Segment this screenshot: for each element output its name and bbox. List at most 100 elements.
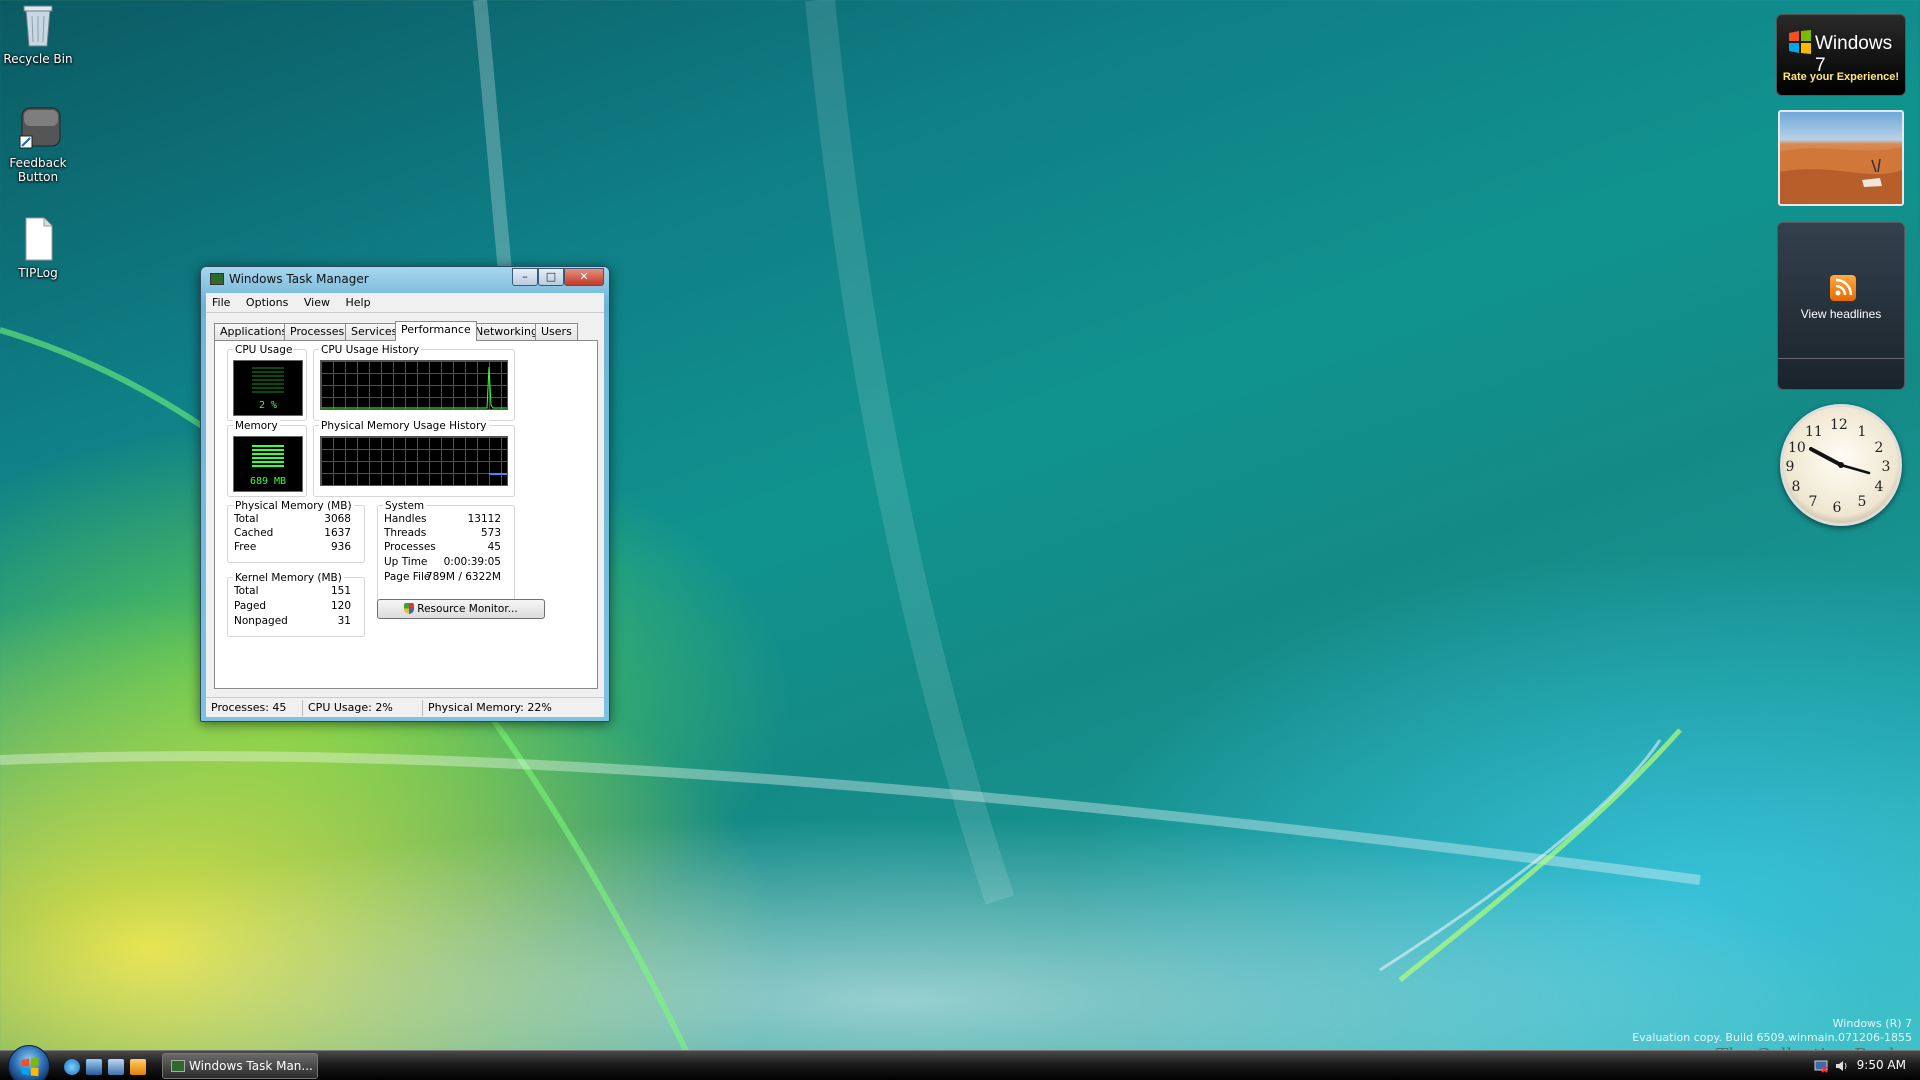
system-uptime-value: 0:00:39:05 xyxy=(443,556,501,568)
physical-free-value: 936 xyxy=(330,541,351,553)
clock-hands xyxy=(1809,447,1871,475)
kernel-paged-label: Paged xyxy=(234,600,267,612)
memory-label: Memory xyxy=(233,420,280,432)
status-separator xyxy=(422,700,423,716)
slideshow-gadget[interactable] xyxy=(1778,110,1904,206)
system-heading: System xyxy=(383,500,427,512)
desert-oryx-photo xyxy=(1780,147,1902,204)
memory-value: 689 MB xyxy=(249,476,287,487)
tab-users[interactable]: Users xyxy=(535,323,578,340)
clock-gadget[interactable]: 12 1 2 3 4 5 6 7 8 9 10 11 xyxy=(1780,404,1902,526)
status-physical-memory: Physical Memory: 22% xyxy=(428,701,552,714)
title-bar[interactable]: Windows Task Manager – □ ✕ xyxy=(201,267,609,293)
cpu-gauge-bars xyxy=(252,367,284,393)
window-title: Windows Task Manager xyxy=(229,272,369,286)
status-processes: Processes: 45 xyxy=(211,701,287,714)
gadget-subtitle[interactable]: Rate your Experience! xyxy=(1777,71,1905,83)
system-threads-value: 573 xyxy=(480,527,501,539)
text-file-icon xyxy=(18,216,58,262)
cpu-usage-value: 2 % xyxy=(258,400,278,411)
memory-gauge-bars xyxy=(252,445,284,469)
switch-windows-icon[interactable] xyxy=(108,1059,124,1075)
desktop-icon-recycle-bin[interactable]: Recycle Bin xyxy=(0,2,76,66)
taskbar-button-label: Windows Task Man... xyxy=(189,1059,313,1073)
uac-shield-icon xyxy=(404,603,415,614)
physical-memory-heading: Physical Memory (MB) xyxy=(233,500,354,512)
physical-total-value: 3068 xyxy=(324,513,351,525)
resource-monitor-button[interactable]: Resource Monitor... xyxy=(377,599,545,619)
status-separator xyxy=(302,700,303,716)
show-desktop-icon[interactable] xyxy=(86,1059,102,1075)
windows-logo-icon xyxy=(21,1057,39,1077)
status-bar: Processes: 45 CPU Usage: 2% Physical Mem… xyxy=(206,697,604,717)
system-processes-label: Processes xyxy=(384,541,436,553)
volume-icon[interactable] xyxy=(1834,1059,1848,1073)
system-pagefile-label: Page File xyxy=(384,571,431,583)
task-manager-window[interactable]: Windows Task Manager – □ ✕ File Options … xyxy=(200,266,610,722)
tab-applications[interactable]: Applications xyxy=(214,323,294,340)
internet-explorer-icon[interactable] xyxy=(64,1059,80,1075)
tab-performance[interactable]: Performance xyxy=(395,321,477,341)
resource-monitor-label: Resource Monitor... xyxy=(417,603,518,615)
kernel-memory-heading: Kernel Memory (MB) xyxy=(233,572,344,584)
status-cpu-usage: CPU Usage: 2% xyxy=(308,701,393,714)
memory-history-line xyxy=(489,473,507,475)
recycle-bin-icon xyxy=(18,2,58,48)
gadget-divider xyxy=(1778,358,1904,359)
desktop-icon-label: Recycle Bin xyxy=(3,52,73,66)
physical-cached-label: Cached xyxy=(234,527,274,539)
build-watermark-line2: Evaluation copy. Build 6509.winmain.0712… xyxy=(1632,1031,1912,1044)
feedback-button-icon xyxy=(18,106,61,152)
kernel-total-label: Total xyxy=(234,585,259,597)
desktop-icon-tiplog[interactable]: TIPLog xyxy=(0,216,76,280)
start-button[interactable] xyxy=(8,1045,50,1080)
kernel-nonpaged-label: Nonpaged xyxy=(234,615,288,627)
physical-cached-value: 1637 xyxy=(324,527,351,539)
system-pagefile-value: 789M / 6322M xyxy=(425,571,501,583)
taskbar: Windows Task Man... 9:50 AM xyxy=(0,1045,1920,1080)
system-uptime-label: Up Time xyxy=(384,556,428,568)
media-player-icon[interactable] xyxy=(130,1059,146,1075)
menu-options[interactable]: Options xyxy=(240,293,294,309)
feed-headlines-gadget[interactable]: View headlines xyxy=(1777,222,1905,390)
menu-view[interactable]: View xyxy=(298,293,336,309)
task-manager-icon xyxy=(210,273,224,285)
taskbar-button-task-manager[interactable]: Windows Task Man... xyxy=(162,1053,318,1079)
desktop-icon-feedback-button[interactable]: Feedback Button xyxy=(0,106,76,184)
minimize-button[interactable]: – xyxy=(512,268,538,286)
cpu-history-graph xyxy=(320,360,508,410)
clock-time[interactable]: 9:50 AM xyxy=(1857,1058,1906,1072)
view-headlines-link[interactable]: View headlines xyxy=(1778,307,1904,321)
tab-networking[interactable]: Networking xyxy=(469,323,544,340)
kernel-paged-value: 120 xyxy=(330,600,351,612)
cpu-history-line xyxy=(321,366,507,409)
tab-processes[interactable]: Processes xyxy=(284,323,351,340)
memory-history-graph xyxy=(320,436,508,486)
kernel-total-value: 151 xyxy=(330,585,351,597)
system-handles-label: Handles xyxy=(384,513,427,525)
cpu-history-label: CPU Usage History xyxy=(319,344,422,356)
desktop-icon-label: Feedback Button xyxy=(9,156,67,184)
physical-free-label: Free xyxy=(234,541,257,553)
cpu-usage-gauge: 2 % xyxy=(233,360,303,416)
network-icon[interactable] xyxy=(1814,1059,1828,1073)
build-watermark-line1: Windows (R) 7 xyxy=(1832,1017,1912,1030)
system-processes-value: 45 xyxy=(487,541,501,553)
rss-feed-icon xyxy=(1830,275,1856,301)
desktop-icon-label: TIPLog xyxy=(18,266,58,280)
performance-panel: CPU Usage 2 % CPU Usage History Memory 6… xyxy=(214,340,598,689)
menu-file[interactable]: File xyxy=(206,293,236,309)
menu-help[interactable]: Help xyxy=(339,293,376,309)
client-area: Applications Processes Services Performa… xyxy=(206,313,604,697)
task-manager-icon xyxy=(171,1060,185,1072)
cpu-usage-label: CPU Usage xyxy=(233,344,295,356)
maximize-button[interactable]: □ xyxy=(538,268,564,286)
windows7-gadget[interactable]: Windows 7 Rate your Experience! xyxy=(1776,14,1906,96)
kernel-nonpaged-value: 31 xyxy=(337,615,351,627)
menu-bar: File Options View Help xyxy=(206,293,604,313)
system-handles-value: 13112 xyxy=(467,513,501,525)
close-button[interactable]: ✕ xyxy=(564,268,604,286)
windows-logo-icon xyxy=(1789,30,1811,54)
system-threads-label: Threads xyxy=(384,527,427,539)
memory-history-label: Physical Memory Usage History xyxy=(319,420,489,432)
